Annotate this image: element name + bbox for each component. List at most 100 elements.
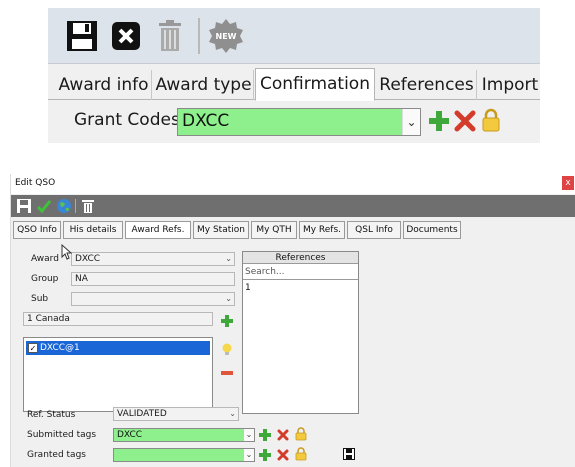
trash-icon (82, 200, 94, 213)
save-granted-button[interactable] (343, 448, 355, 460)
qso-toolbar (11, 195, 575, 217)
new-badge-icon: NEW (209, 19, 243, 53)
tags-list[interactable]: ✓ DXCC@1 (23, 337, 213, 412)
chevron-down-icon[interactable]: ⌄ (244, 429, 254, 441)
save-icon (343, 448, 355, 460)
delete-button[interactable] (79, 197, 97, 215)
sub-label: Sub (31, 294, 49, 304)
grant-codes-value: DXCC (182, 111, 230, 131)
award-value: DXCC (75, 254, 101, 264)
list-item[interactable]: ✓ DXCC@1 (26, 341, 210, 355)
ref-status-select[interactable]: VALIDATED ⌄ (113, 407, 239, 421)
references-search-input[interactable]: Search... (243, 265, 358, 280)
red-x-icon (454, 110, 476, 132)
remove-granted-tag-button[interactable] (277, 449, 289, 461)
submitted-tags-label: Submitted tags (27, 430, 97, 440)
add-granted-tag-button[interactable] (259, 449, 271, 461)
red-x-icon (277, 449, 289, 461)
lock-icon (295, 447, 307, 461)
close-button[interactable] (106, 16, 146, 56)
confirm-button[interactable] (35, 197, 53, 215)
tab-documents[interactable]: Documents (403, 221, 461, 239)
chevron-down-icon: ⌄ (225, 254, 232, 263)
group-value: NA (75, 274, 88, 284)
hint-button[interactable] (221, 343, 233, 356)
tab-confirmation[interactable]: Confirmation (255, 68, 375, 101)
chevron-down-icon: ⌄ (225, 294, 232, 303)
lock-icon (482, 108, 500, 132)
add-button[interactable] (428, 110, 450, 132)
new-badge-label: NEW (216, 32, 237, 41)
group-field[interactable]: NA (71, 272, 235, 286)
delete-button[interactable] (150, 16, 190, 56)
save-button[interactable] (62, 16, 102, 56)
lock-granted-tag-button[interactable] (295, 447, 307, 461)
tab-my-station[interactable]: My Station (193, 221, 249, 239)
edit-qso-window: Edit QSO x QSO Info His details Award Re… (10, 174, 575, 467)
remove-button[interactable] (454, 110, 476, 132)
chevron-down-icon: ⌄ (229, 409, 236, 418)
toolbar-separator (75, 199, 76, 213)
ref-status-value: VALIDATED (117, 409, 167, 419)
tab-references[interactable]: References (377, 70, 477, 100)
tag-checkbox[interactable]: ✓ (28, 343, 38, 353)
add-entity-button[interactable] (221, 315, 233, 327)
group-label: Group (31, 274, 59, 284)
qso-tabs: QSO Info His details Award Refs. My Stat… (11, 221, 575, 239)
lookup-button[interactable] (55, 197, 73, 215)
tag-label: DXCC@1 (40, 343, 80, 353)
lock-submitted-tag-button[interactable] (295, 427, 307, 441)
toolbar-separator (198, 18, 200, 54)
plus-icon (221, 315, 233, 327)
checkmark-icon (36, 200, 52, 214)
award-label: Award (31, 254, 59, 264)
tab-award-info[interactable]: Award info (56, 70, 152, 100)
save-icon (67, 21, 97, 51)
award-tabs: Award info Award type Confirmation Refer… (48, 68, 540, 101)
lock-button[interactable] (481, 108, 501, 132)
save-button[interactable] (15, 197, 33, 215)
trash-icon (159, 20, 181, 51)
tab-import[interactable]: Import (479, 70, 540, 100)
tab-my-refs[interactable]: My Refs. (299, 221, 345, 239)
entity-field[interactable]: 1 Canada (23, 312, 213, 326)
grant-codes-select[interactable]: DXCC ⌄ (177, 108, 421, 136)
chevron-down-icon[interactable]: ⌄ (244, 449, 254, 461)
sub-select[interactable]: ⌄ (71, 292, 235, 306)
new-button[interactable]: NEW (206, 16, 246, 56)
save-icon (17, 199, 31, 213)
tab-his-details[interactable]: His details (63, 221, 123, 239)
award-select[interactable]: DXCC ⌄ (71, 252, 235, 266)
granted-tags-select[interactable]: ⌄ (113, 448, 255, 462)
remove-tag-button[interactable] (221, 367, 233, 379)
tab-qso-info[interactable]: QSO Info (13, 221, 61, 239)
close-icon (112, 22, 140, 50)
tab-award-refs[interactable]: Award Refs. (125, 221, 191, 239)
references-panel: References Search... 1 (242, 251, 359, 414)
minus-icon (221, 371, 233, 375)
zoomed-award-editor: NEW Award info Award type Confirmation R… (48, 8, 540, 143)
tab-my-qth[interactable]: My QTH (251, 221, 297, 239)
granted-tags-label: Granted tags (27, 450, 86, 460)
tab-qsl-info[interactable]: QSL Info (347, 221, 401, 239)
submitted-tags-value: DXCC (117, 430, 143, 440)
chevron-down-icon[interactable]: ⌄ (402, 109, 420, 135)
entity-value: 1 Canada (27, 314, 70, 324)
award-refs-panel: Award DXCC ⌄ Group NA Sub ⌄ 1 Canada ✓ D… (15, 240, 575, 467)
plus-icon (259, 429, 271, 441)
remove-submitted-tag-button[interactable] (277, 429, 289, 441)
lightbulb-icon (222, 343, 232, 355)
reference-item[interactable]: 1 (245, 283, 251, 293)
ref-status-label: Ref. Status (27, 410, 76, 420)
window-title: Edit QSO (15, 178, 56, 188)
globe-icon (57, 199, 71, 213)
title-bar: Edit QSO x (11, 174, 575, 194)
add-submitted-tag-button[interactable] (259, 429, 271, 441)
lock-icon (295, 427, 307, 441)
window-close-button[interactable]: x (562, 176, 574, 190)
award-toolbar: NEW (48, 8, 540, 64)
references-header: References (243, 252, 358, 264)
tab-award-type[interactable]: Award type (154, 70, 254, 100)
submitted-tags-select[interactable]: DXCC ⌄ (113, 428, 255, 442)
plus-icon (259, 449, 271, 461)
